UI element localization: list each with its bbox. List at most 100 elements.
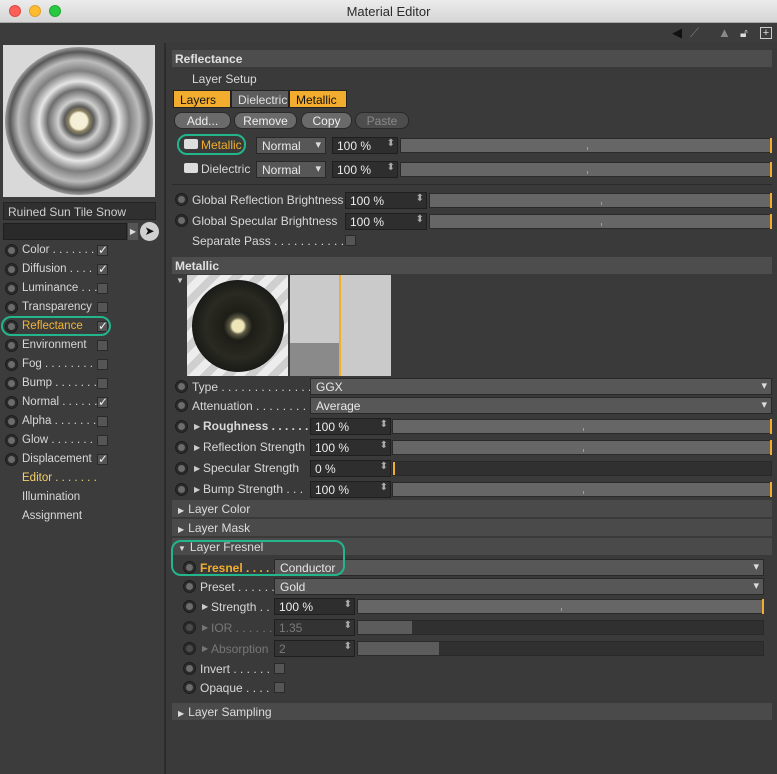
channel-normal[interactable]: Normal . . . . . . ✓ (0, 393, 166, 412)
radio-icon[interactable] (5, 453, 18, 466)
radio-icon[interactable] (183, 681, 196, 694)
arrow-up-icon[interactable]: ▲ (718, 25, 731, 41)
channel-displacement[interactable]: Displacement ✓ (0, 450, 166, 469)
radio-icon[interactable] (5, 434, 18, 447)
material-search-field[interactable] (3, 223, 127, 240)
global-reflection-field[interactable]: 100 % (345, 192, 427, 209)
type-select[interactable]: GGX (310, 378, 772, 395)
radio-icon[interactable] (175, 380, 188, 393)
radio-icon[interactable] (183, 580, 196, 593)
channel-luminance[interactable]: Luminance . . . (0, 279, 166, 298)
channel-fog[interactable]: Fog . . . . . . . . . (0, 355, 166, 374)
checkbox[interactable] (97, 359, 108, 370)
material-preview[interactable] (3, 45, 155, 197)
tab-metallic[interactable]: Metallic (289, 90, 347, 108)
channel-glow[interactable]: Glow . . . . . . . . (0, 431, 166, 450)
expand-triangle-icon[interactable]: ▶ (202, 644, 208, 653)
reflection-strength-slider[interactable] (392, 440, 772, 455)
global-specular-field[interactable]: 100 % (345, 213, 427, 230)
paste-button[interactable]: Paste (355, 112, 409, 129)
layer-dielectric-mode-select[interactable]: Normal (256, 161, 326, 178)
radio-icon[interactable] (183, 642, 196, 655)
channel-transparency[interactable]: Transparency (0, 298, 166, 317)
radio-icon[interactable] (5, 301, 18, 314)
layer-metallic-name[interactable]: Metallic (201, 138, 242, 152)
layer-metallic-value-field[interactable]: 100 % (332, 137, 398, 154)
roughness-slider[interactable] (392, 419, 772, 434)
checkbox-checked[interactable]: ✓ (97, 453, 108, 465)
cursor-picker-icon[interactable]: ➤ (140, 222, 159, 241)
material-name-field[interactable]: Ruined Sun Tile Snow (3, 202, 156, 220)
nav-editor[interactable]: Editor . . . . . . . (22, 472, 97, 484)
expand-triangle-icon[interactable]: ▶ (194, 485, 200, 494)
global-specular-slider[interactable] (429, 214, 772, 229)
opaque-checkbox[interactable] (274, 682, 285, 693)
radio-icon[interactable] (175, 462, 188, 475)
checkbox-checked[interactable]: ✓ (97, 396, 108, 408)
layer-dielectric-value-field[interactable]: 100 % (332, 161, 398, 178)
radio-icon[interactable] (5, 282, 18, 295)
radio-icon[interactable] (5, 244, 18, 257)
expand-triangle-icon[interactable]: ▶ (202, 623, 208, 632)
bump-strength-slider[interactable] (392, 482, 772, 497)
camera-icon[interactable] (184, 163, 198, 173)
radio-icon[interactable] (175, 399, 188, 412)
checkbox[interactable] (97, 302, 108, 313)
attenuation-select[interactable]: Average (310, 397, 772, 414)
specular-strength-slider[interactable] (392, 461, 772, 476)
checkbox[interactable] (97, 416, 108, 427)
radio-icon[interactable] (175, 483, 188, 496)
layer-dielectric-name[interactable]: Dielectric (201, 162, 250, 176)
channel-alpha[interactable]: Alpha . . . . . . . (0, 412, 166, 431)
chevron-right-icon[interactable]: ▶ (128, 223, 138, 240)
roughness-field[interactable]: 100 % (310, 418, 391, 435)
layer-color-section[interactable]: ▶ Layer Color (172, 500, 772, 517)
radio-icon[interactable] (183, 600, 196, 613)
layer-mask-section[interactable]: ▶ Layer Mask (172, 519, 772, 536)
preset-select[interactable]: Gold (274, 578, 764, 595)
checkbox-checked[interactable]: ✓ (97, 320, 108, 332)
checkbox[interactable] (97, 378, 108, 389)
lock-icon[interactable]: 🔓︎ (740, 25, 748, 41)
camera-icon[interactable] (184, 139, 198, 149)
falloff-preview-swatch[interactable] (290, 275, 391, 376)
radio-icon[interactable] (5, 377, 18, 390)
checkbox[interactable] (97, 340, 108, 351)
layer-fresnel-section[interactable]: ▼ Layer Fresnel (172, 538, 772, 555)
radio-icon[interactable] (175, 193, 188, 206)
remove-button[interactable]: Remove (234, 112, 297, 129)
radio-icon[interactable] (183, 561, 196, 574)
checkbox[interactable] (97, 283, 108, 294)
fresnel-select[interactable]: Conductor (274, 559, 764, 576)
radio-icon[interactable] (5, 320, 18, 333)
checkbox[interactable] (97, 435, 108, 446)
expand-triangle-icon[interactable]: ▶ (202, 602, 208, 611)
radio-icon[interactable] (5, 358, 18, 371)
nav-assignment[interactable]: Assignment (22, 510, 82, 522)
radio-icon[interactable] (175, 214, 188, 227)
channel-reflectance[interactable]: Reflectance ✓ (0, 317, 166, 336)
radio-icon[interactable] (5, 396, 18, 409)
invert-checkbox[interactable] (274, 663, 285, 674)
ior-slider[interactable] (357, 620, 764, 635)
global-reflection-slider[interactable] (429, 193, 772, 208)
expand-triangle-icon[interactable]: ▶ (194, 464, 200, 473)
specular-strength-field[interactable]: 0 % (310, 460, 391, 477)
radio-icon[interactable] (5, 415, 18, 428)
reflection-strength-field[interactable]: 100 % (310, 439, 391, 456)
tab-dielectric[interactable]: Dielectric (231, 90, 289, 108)
metallic-preview-swatch[interactable] (187, 275, 288, 376)
copy-button[interactable]: Copy (301, 112, 352, 129)
expand-triangle-icon[interactable]: ▶ (194, 443, 200, 452)
bump-strength-field[interactable]: 100 % (310, 481, 391, 498)
arrow-left-icon[interactable]: ◀ (672, 25, 682, 41)
radio-icon[interactable] (183, 621, 196, 634)
channel-bump[interactable]: Bump . . . . . . . (0, 374, 166, 393)
separate-pass-checkbox[interactable] (345, 235, 356, 246)
layer-metallic-mode-select[interactable]: Normal (256, 137, 326, 154)
new-window-icon[interactable]: + (760, 27, 772, 39)
channel-color[interactable]: Color . . . . . . . ✓ (0, 241, 166, 260)
checkbox-checked[interactable]: ✓ (97, 263, 108, 275)
strength-field[interactable]: 100 % (274, 598, 355, 615)
add-button[interactable]: Add... (174, 112, 231, 129)
